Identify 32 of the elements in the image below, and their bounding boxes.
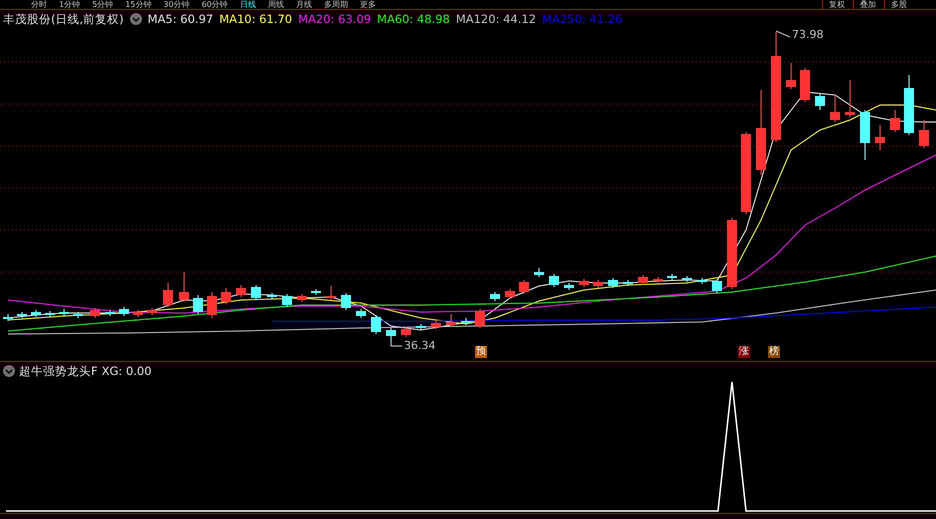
period-tab[interactable]: 15分钟 — [120, 0, 156, 9]
toolbar-button[interactable]: 多股 — [884, 0, 913, 9]
period-tab[interactable]: 周线 — [262, 0, 289, 9]
signal-marker: 榜 — [768, 346, 780, 358]
period-tab[interactable]: 5分钟 — [87, 0, 118, 9]
period-tab[interactable]: 月线 — [290, 0, 317, 9]
period-tab[interactable]: 多周期 — [318, 0, 353, 9]
moving-average-reading: MA5: 60.97 — [148, 12, 214, 26]
leader-line — [776, 30, 790, 38]
moving-average-reading: MA60: 48.98 — [376, 12, 450, 26]
period-tab[interactable]: 更多 — [354, 0, 381, 9]
moving-average-reading: MA10: 61.70 — [219, 12, 292, 26]
toolbar-button[interactable]: 复权 — [822, 0, 851, 9]
period-tab[interactable]: 60分钟 — [196, 0, 233, 9]
indicator-title: 超牛强势龙头F — [19, 364, 98, 378]
high-price-label: 73.98 — [792, 29, 824, 41]
moving-average-reading: MA120: 44.12 — [456, 12, 536, 26]
signal-marker: 预 — [475, 346, 487, 358]
dropdown-icon[interactable] — [3, 365, 15, 377]
indicator-reading: XG: 0.00 — [102, 364, 152, 378]
period-tab[interactable]: 30分钟 — [158, 0, 195, 9]
period-tab[interactable]: 分时 — [26, 0, 52, 9]
signal-marker: 涨 — [738, 346, 750, 358]
low-price-label: 36.34 — [404, 340, 436, 352]
period-tab[interactable]: 日线 — [234, 0, 261, 9]
moving-average-reading: MA20: 63.09 — [298, 12, 371, 26]
toolbar-button[interactable]: 叠加 — [853, 0, 882, 9]
moving-average-reading: MA250: 41.26 — [542, 12, 622, 26]
period-tab[interactable]: 1分钟 — [54, 0, 86, 9]
leader-line — [390, 342, 402, 346]
dropdown-icon[interactable] — [130, 13, 142, 25]
chart-title: 丰茂股份(日线,前复权) — [3, 12, 124, 26]
